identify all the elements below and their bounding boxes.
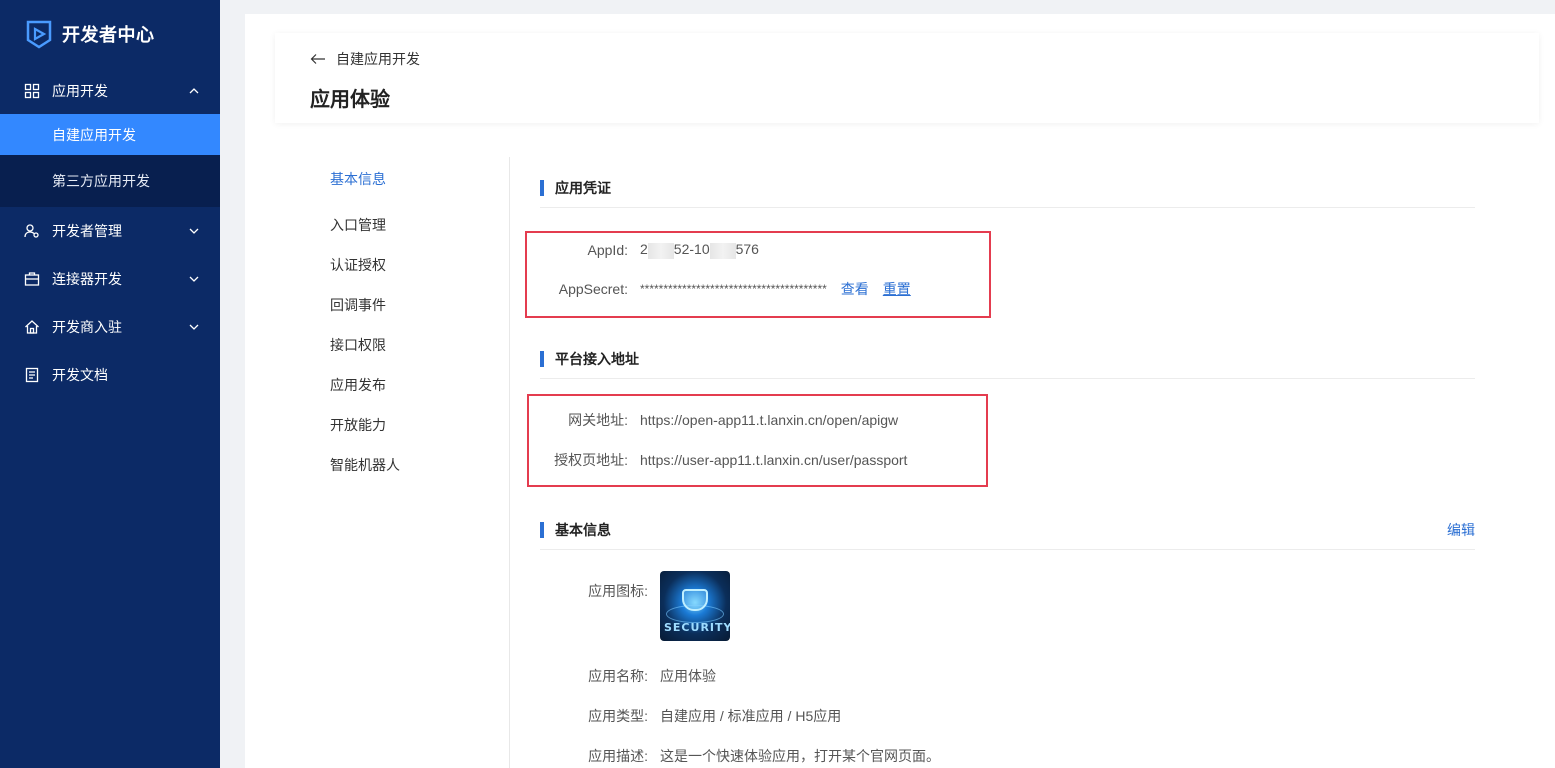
auth-page-url[interactable]: https://user-app11.t.lanxin.cn/user/pass… [640,452,907,468]
section-credentials: 应用凭证 [540,168,1475,208]
appid-part: 576 [735,241,759,258]
briefcase-icon [24,271,40,287]
appid-row: AppId: 2 52-10 576 [540,240,759,260]
appid-part: 2 [640,241,648,258]
gateway-url[interactable]: https://open-app11.t.lanxin.cn/open/apig… [640,412,898,428]
submenu-app-dev: 自建应用开发 第三方应用开发 [0,114,220,207]
brand-title: 开发者中心 [62,25,155,45]
back-link-label: 自建应用开发 [336,51,420,67]
appsecret-value: **************************************** [640,282,827,296]
chevron-down-icon [188,273,200,285]
chevron-down-icon [188,225,200,237]
app-type-row: 应用类型: 自建应用 / 标准应用 / H5应用 [540,706,841,726]
section-basic-info: 基本信息 编辑 [540,510,1475,550]
sidebar-item-developer-management[interactable]: 开发者管理 [0,207,220,255]
section-title: 平台接入地址 [555,350,639,367]
gateway-row: 网关地址: https://open-app11.t.lanxin.cn/ope… [540,410,898,430]
section-platform-address: 平台接入地址 [540,339,1475,379]
app-name-value: 应用体验 [660,668,716,684]
app-icon-row: 应用图标: SECURITY [540,571,730,641]
sidebar-item-label: 开发者管理 [52,223,122,239]
section-title: 应用凭证 [555,179,611,196]
appsecret-row: AppSecret: *****************************… [540,279,911,299]
sidebar-item-label: 开发文档 [52,367,108,383]
subnav-callback-events[interactable]: 回调事件 [330,285,490,325]
user-settings-icon [24,223,40,239]
app-type-label: 应用类型: [588,708,648,724]
sidebar-item-label: 应用开发 [52,83,108,99]
app-desc-value: 这是一个快速体验应用，打开某个官网页面。 [660,748,940,764]
sidebar: 开发者中心 应用开发 自建应用开发 第三方应用开发 开发者管理 连接器开发 开发… [0,0,220,768]
vertical-divider [509,157,510,768]
sidebar-item-label: 连接器开发 [52,271,122,287]
shield-icon [682,589,708,611]
document-icon [24,367,40,383]
chevron-up-icon [188,85,200,97]
grid-icon [24,83,40,99]
arrow-left-icon [310,53,336,65]
subnav-open-capabilities[interactable]: 开放能力 [330,405,490,445]
edit-link[interactable]: 编辑 [1447,520,1475,540]
logo-icon [24,19,54,49]
app-name-row: 应用名称: 应用体验 [540,666,716,686]
auth-page-row: 授权页地址: https://user-app11.t.lanxin.cn/us… [540,450,907,470]
section-marker [540,179,544,196]
gateway-label: 网关地址: [568,412,628,428]
subnav-entry-management[interactable]: 入口管理 [330,205,490,245]
subnav-smart-bot[interactable]: 智能机器人 [330,445,490,485]
subnav-api-permissions[interactable]: 接口权限 [330,325,490,365]
sidebar-item-label: 开发商入驻 [52,319,122,335]
sidebar-item-app-dev[interactable]: 应用开发 [0,68,220,114]
subnav-auth[interactable]: 认证授权 [330,245,490,285]
view-secret-link[interactable]: 查看 [841,279,869,299]
subnav-basic-info[interactable]: 基本信息 [330,165,490,191]
sidebar-item-label: 自建应用开发 [52,126,136,143]
detail-subnav: 基本信息 入口管理 认证授权 回调事件 接口权限 应用发布 开放能力 智能机器人 [330,165,490,485]
brand[interactable]: 开发者中心 [0,0,220,68]
page-title: 应用体验 [310,89,390,111]
redaction [709,242,736,259]
app-icon-image: SECURITY [660,571,730,641]
reset-secret-link[interactable]: 重置 [883,279,911,299]
section-title: 基本信息 [555,521,611,538]
sidebar-item-connector-dev[interactable]: 连接器开发 [0,255,220,303]
appid-label: AppId: [587,242,628,258]
section-marker [540,521,544,538]
home-icon [24,319,40,335]
chevron-down-icon [188,321,200,333]
page-header: 自建应用开发 应用体验 [275,33,1539,123]
sidebar-item-self-built-apps[interactable]: 自建应用开发 [0,114,220,155]
sidebar-item-third-party-apps[interactable]: 第三方应用开发 [0,155,220,207]
app-desc-label: 应用描述: [588,748,648,764]
app-icon-label: 应用图标: [588,583,648,599]
appid-value[interactable]: 2 52-10 576 [640,241,759,259]
appsecret-label: AppSecret: [558,281,628,297]
app-icon-text: SECURITY [664,621,730,634]
auth-page-label: 授权页地址: [554,452,628,468]
sidebar-item-vendor-onboarding[interactable]: 开发商入驻 [0,303,220,351]
subnav-app-publish[interactable]: 应用发布 [330,365,490,405]
sidebar-item-dev-docs[interactable]: 开发文档 [0,351,220,399]
app-type-value: 自建应用 / 标准应用 / H5应用 [660,708,842,724]
back-link[interactable]: 自建应用开发 [310,49,420,69]
section-marker [540,350,544,367]
app-name-label: 应用名称: [588,668,648,684]
highlight-box [527,394,988,487]
sidebar-item-label: 第三方应用开发 [52,173,150,189]
appid-part: 52-10 [673,241,710,258]
app-desc-row: 应用描述: 这是一个快速体验应用，打开某个官网页面。 [540,746,940,766]
redaction [647,242,674,259]
